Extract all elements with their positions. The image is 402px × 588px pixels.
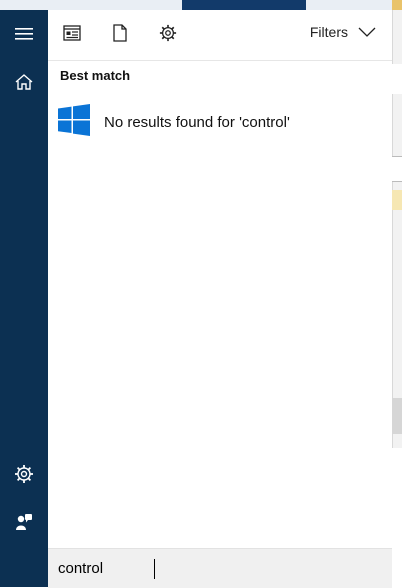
gear-icon (14, 464, 34, 489)
search-box (48, 548, 392, 588)
search-result-item[interactable]: No results found for 'control' (58, 103, 388, 141)
home-icon (15, 73, 33, 95)
start-search-panel (0, 10, 392, 587)
home-button[interactable] (0, 60, 48, 108)
search-filter-toolbar: Filters (48, 10, 392, 61)
best-match-heading: Best match (60, 68, 131, 83)
settings-button[interactable] (0, 452, 48, 500)
search-input[interactable] (58, 557, 378, 579)
menu-button[interactable] (0, 12, 48, 60)
user-feedback-icon (15, 513, 33, 536)
document-icon (113, 23, 127, 47)
windows-logo-icon (58, 103, 90, 141)
feedback-button[interactable] (0, 500, 48, 548)
chevron-down-icon (358, 24, 376, 40)
search-result-label: No results found for 'control' (104, 113, 290, 131)
apps-filter-button[interactable] (59, 22, 85, 48)
gear-icon (159, 24, 177, 47)
left-rail (0, 10, 48, 587)
apps-icon (63, 24, 81, 46)
text-caret (154, 559, 155, 579)
documents-filter-button[interactable] (107, 22, 133, 48)
settings-filter-button[interactable] (155, 22, 181, 48)
menu-icon (15, 27, 33, 46)
filters-dropdown[interactable]: Filters (310, 24, 376, 40)
background-window-top (0, 0, 402, 10)
filters-label: Filters (309, 24, 348, 40)
